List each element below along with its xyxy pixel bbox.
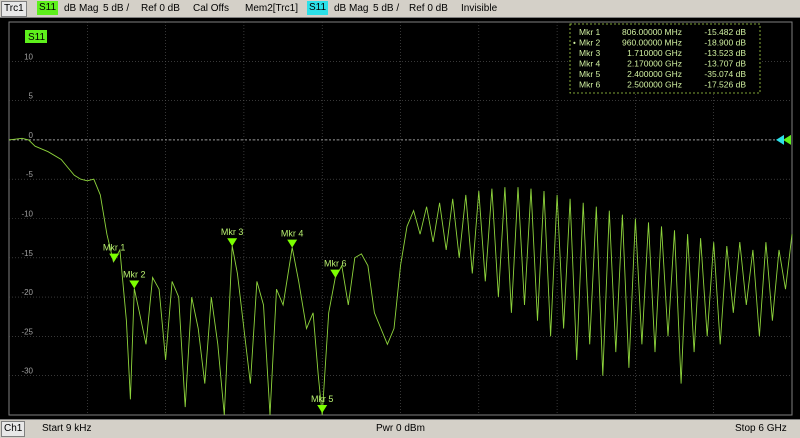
- marker-5[interactable]: Mkr 5: [311, 394, 334, 413]
- y-tick-label: -20: [21, 288, 33, 297]
- active-marker-bullet: •: [573, 39, 576, 48]
- marker-info-value: -18.900 dB: [704, 38, 746, 48]
- marker-2[interactable]: Mkr 2: [123, 269, 146, 289]
- channel-footer-bar: Ch1 Start 9 kHz Pwr 0 dBm Stop 6 GHz: [0, 419, 800, 438]
- marker-info-row: • Mkr 2 960.00000 MHz -18.900 dB: [573, 38, 746, 48]
- marker-info-frequency: 2.170000 GHz: [627, 59, 682, 69]
- y-tick-label: -30: [21, 367, 33, 376]
- trace-parameter[interactable]: S11: [37, 1, 59, 15]
- y-tick-label: 0: [29, 131, 34, 140]
- marker-label: Mkr 2: [123, 269, 146, 279]
- marker-info-value: -13.707 dB: [704, 59, 746, 69]
- marker-info-value: -15.482 dB: [704, 27, 746, 37]
- marker-info-frequency: 2.500000 GHz: [627, 80, 682, 90]
- start-frequency[interactable]: Start 9 kHz: [42, 422, 91, 436]
- marker-info-name: Mkr 1: [579, 27, 601, 37]
- memory-trace-format[interactable]: dB Mag: [334, 2, 368, 16]
- marker-info-value: -13.523 dB: [704, 48, 746, 58]
- y-tick-label: -25: [21, 327, 33, 336]
- trace-scale[interactable]: 5 dB /: [103, 2, 129, 16]
- trace-header-bar: Trc1 S11 dB Mag 5 dB / Ref 0 dB Cal Offs…: [0, 0, 800, 18]
- marker-3[interactable]: Mkr 3: [221, 227, 244, 247]
- marker-info-frequency: 960.00000 MHz: [622, 38, 682, 48]
- marker-triangle-icon: [330, 269, 341, 278]
- y-tick-label: 5: [29, 92, 34, 101]
- marker-info-value: -17.526 dB: [704, 80, 746, 90]
- marker-triangle-icon: [287, 239, 298, 248]
- y-tick-label: -5: [26, 170, 34, 179]
- stop-frequency[interactable]: Stop 6 GHz: [735, 422, 787, 436]
- marker-label: Mkr 1: [103, 243, 126, 253]
- calibration-status[interactable]: Cal Offs: [193, 2, 229, 16]
- marker-info-frequency: 1.710000 GHz: [627, 48, 682, 58]
- marker-triangle-icon: [227, 238, 238, 247]
- y-tick-label: -15: [21, 249, 33, 258]
- memory-trace-label[interactable]: Mem2[Trc1]: [245, 2, 298, 16]
- marker-info-frequency: 806.00000 MHz: [622, 27, 682, 37]
- source-power[interactable]: Pwr 0 dBm: [376, 422, 425, 436]
- reference-level-icon[interactable]: [783, 134, 791, 145]
- memory-trace-scale[interactable]: 5 dB /: [373, 2, 399, 16]
- channel-label[interactable]: Ch1: [1, 421, 26, 437]
- marker-info-name: Mkr 5: [579, 69, 601, 79]
- marker-info-name: Mkr 3: [579, 48, 601, 58]
- marker-info-value: -35.074 dB: [704, 69, 746, 79]
- trace-reference[interactable]: Ref 0 dB: [141, 2, 180, 16]
- marker-triangle-icon: [317, 405, 328, 413]
- marker-info-name: Mkr 4: [579, 59, 601, 69]
- marker-info-frequency: 2.400000 GHz: [627, 69, 682, 79]
- marker-4[interactable]: Mkr 4: [281, 229, 304, 248]
- marker-info-table[interactable]: Mkr 1 806.00000 MHz -15.482 dB • Mkr 2 960.00…: [569, 23, 761, 94]
- trace-format[interactable]: dB Mag: [64, 2, 98, 16]
- reference-level-icon-memory[interactable]: [776, 134, 784, 145]
- trace-tag-label: S11: [28, 32, 45, 43]
- marker-info-name: Mkr 2: [579, 38, 601, 48]
- memory-trace-state[interactable]: Invisible: [461, 2, 497, 16]
- marker-label: Mkr 5: [311, 394, 334, 404]
- marker-1[interactable]: Mkr 1: [103, 243, 126, 262]
- y-tick-label: -10: [21, 210, 33, 219]
- memory-trace-reference[interactable]: Ref 0 dB: [409, 2, 448, 16]
- y-tick-label: 10: [24, 52, 33, 61]
- s11-chart[interactable]: 1050-5-10-15-20-25-30 S11 Mkr 1Mkr 2Mkr …: [0, 18, 800, 419]
- memory-trace-parameter[interactable]: S11: [307, 1, 329, 15]
- trace-tag[interactable]: S11: [25, 30, 47, 43]
- marker-label: Mkr 3: [221, 227, 244, 237]
- marker-label: Mkr 4: [281, 229, 304, 239]
- trace-label[interactable]: Trc1: [1, 1, 27, 17]
- marker-label: Mkr 6: [324, 259, 347, 269]
- diagram-area[interactable]: 10 5 0 -5 -10 -15 -20 -25 -30 S11 Mkr 1 Mkr 2 Mkr …: [0, 18, 800, 419]
- marker-triangle-icon: [129, 280, 140, 289]
- marker-info-name: Mkr 6: [579, 80, 601, 90]
